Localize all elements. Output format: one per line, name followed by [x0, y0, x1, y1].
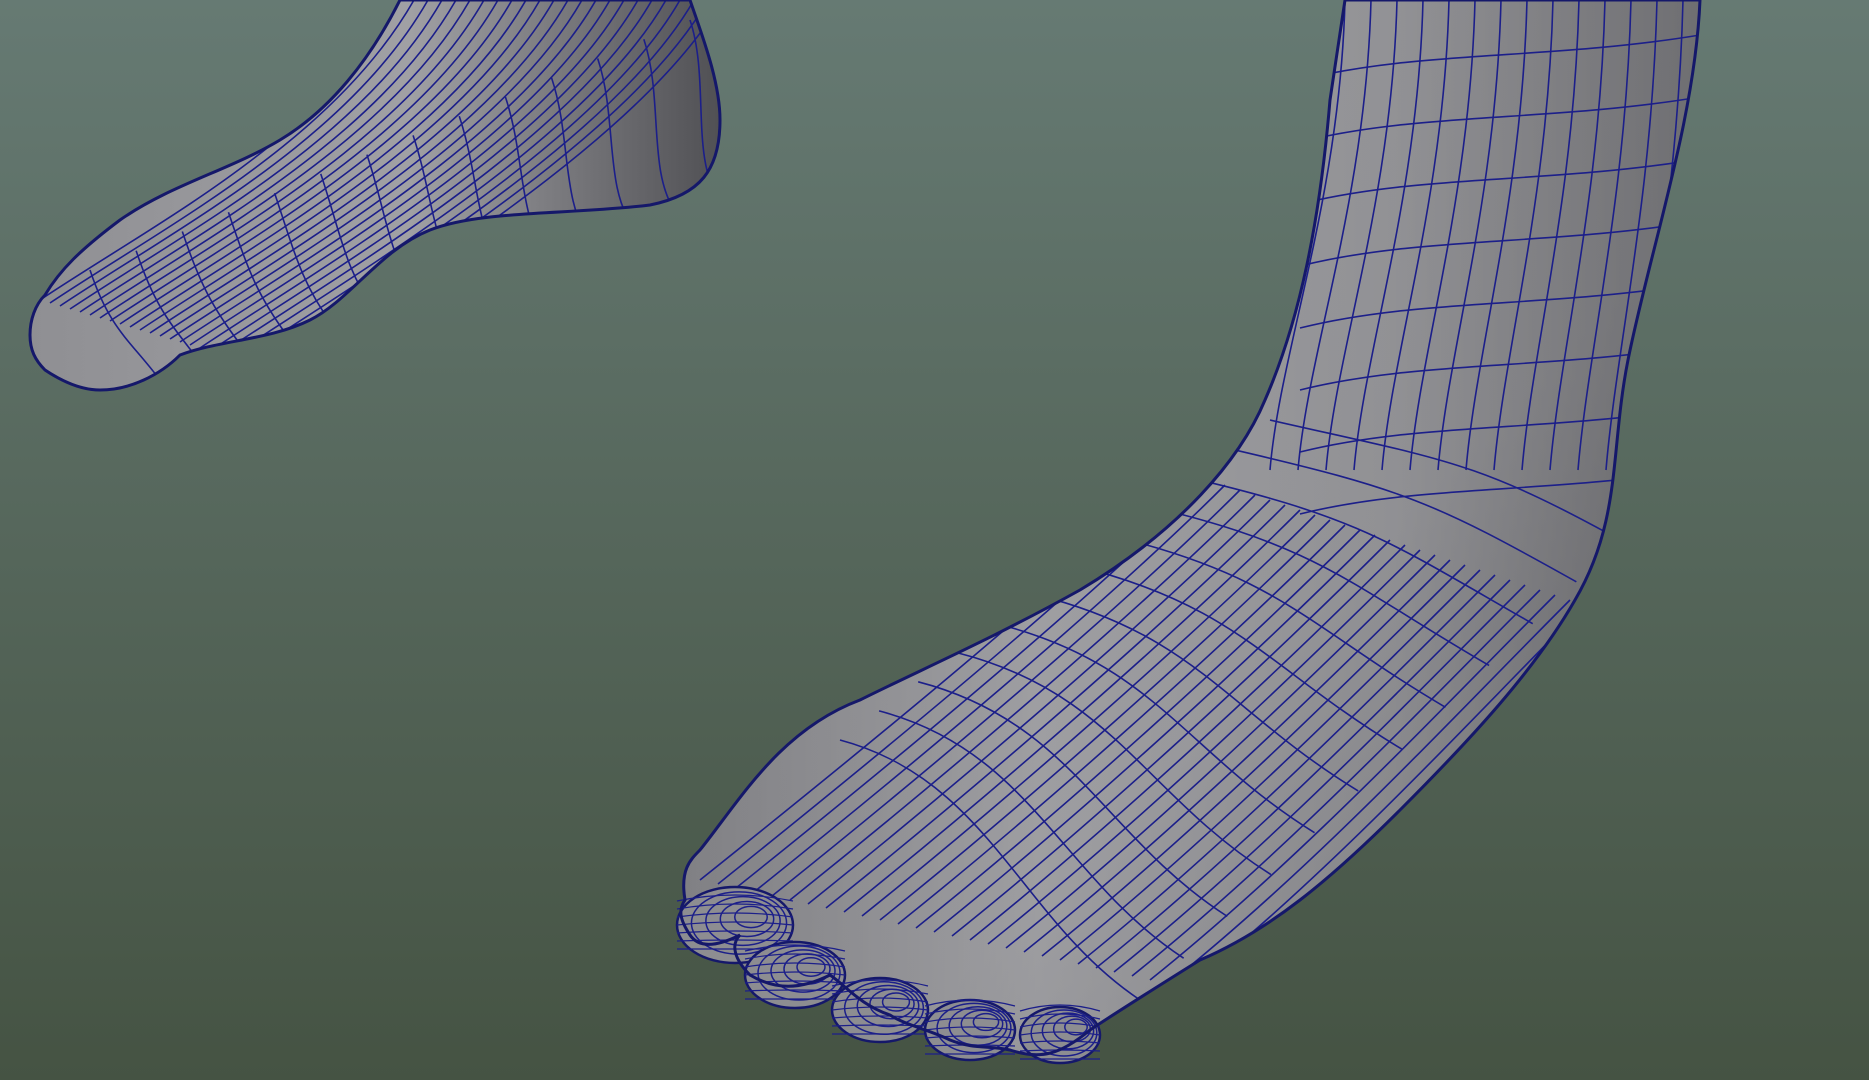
viewport-canvas[interactable]: [0, 0, 1869, 1080]
3d-viewport-panel[interactable]: [0, 0, 1869, 1080]
